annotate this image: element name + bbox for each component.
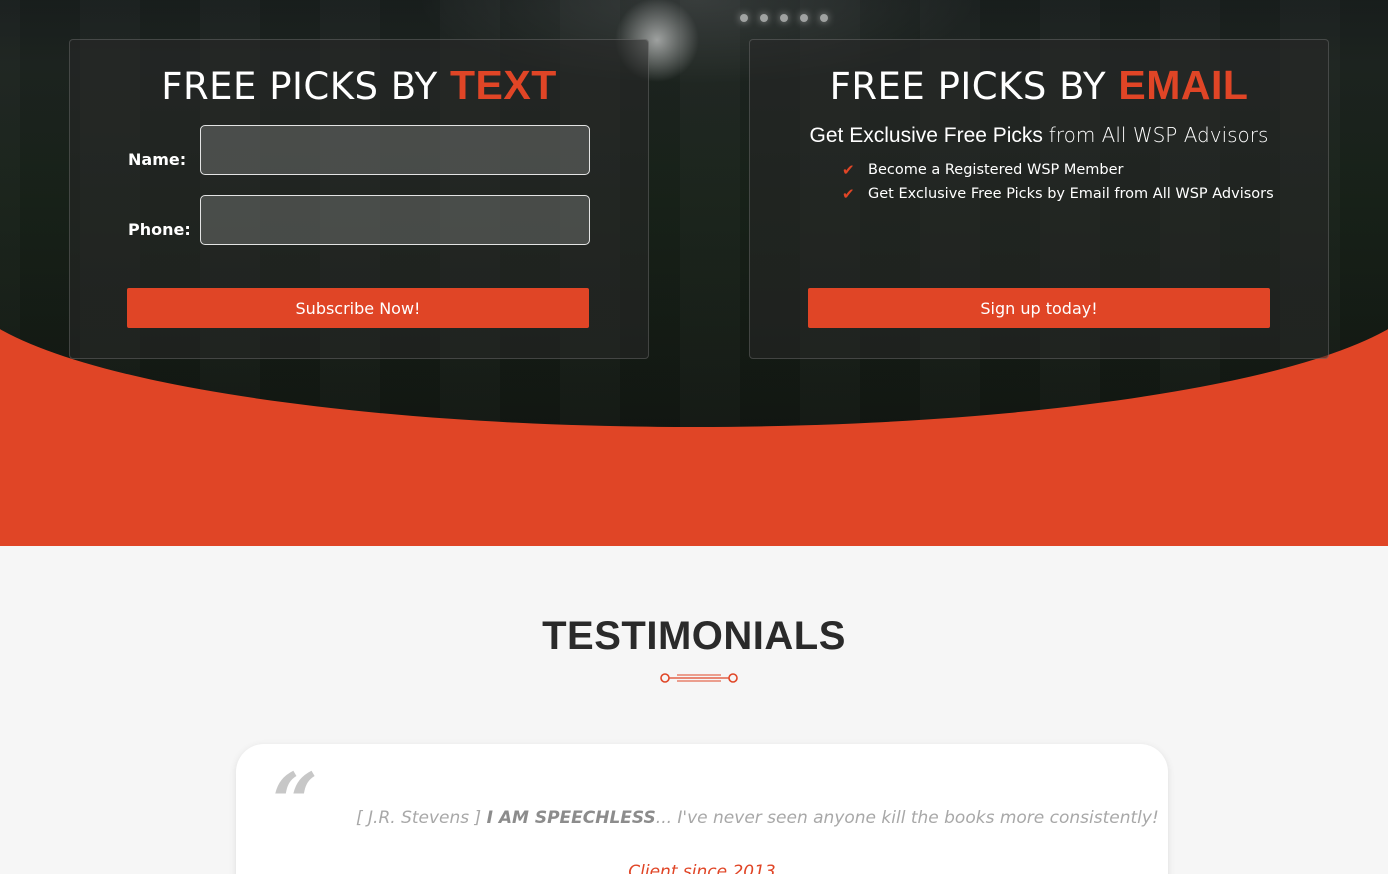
testimonial-headline: I AM SPEECHLESS — [486, 808, 656, 828]
text-panel-title-highlight: TEXT — [450, 62, 557, 108]
testimonial-card: “ [ J.R. Stevens ] I AM SPEECHLESS... I'… — [236, 744, 1168, 874]
phone-label: Phone: — [128, 220, 191, 239]
benefits-list: ✔ Become a Registered WSP Member ✔ Get E… — [842, 158, 1274, 206]
testimonials-title: TESTIMONIALS — [542, 614, 846, 658]
name-input[interactable] — [200, 125, 590, 175]
text-signup-panel: FREE PICKS BY TEXT Name: Phone: Subscrib… — [69, 39, 649, 359]
email-panel-title-highlight: EMAIL — [1118, 62, 1249, 108]
testimonial-body: ... I've never seen anyone kill the book… — [655, 808, 1159, 828]
stadium-lights — [740, 14, 828, 22]
name-label: Name: — [128, 150, 187, 169]
text-panel-title: FREE PICKS BY TEXT — [161, 62, 557, 108]
testimonial-author: [ J.R. Stevens ] — [356, 808, 482, 828]
email-signup-panel: FREE PICKS BY EMAIL Get Exclusive Free P… — [749, 39, 1329, 359]
phone-input[interactable] — [200, 195, 590, 245]
checkmark-icon: ✔ — [842, 185, 855, 203]
email-panel-subtitle: Get Exclusive Free Picks from All WSP Ad… — [809, 123, 1269, 147]
client-since: Client since 2013 — [628, 862, 776, 874]
benefit-item: ✔ Get Exclusive Free Picks by Email from… — [842, 182, 1274, 206]
testimonial-quote: [ J.R. Stevens ] I AM SPEECHLESS... I've… — [356, 808, 1159, 828]
sign-up-today-button[interactable]: Sign up today! — [808, 288, 1270, 328]
benefit-item: ✔ Become a Registered WSP Member — [842, 158, 1274, 182]
quote-icon: “ — [272, 755, 319, 849]
checkmark-icon: ✔ — [842, 161, 855, 179]
email-panel-title: FREE PICKS BY EMAIL — [829, 62, 1249, 108]
hero-section: FREE PICKS BY TEXT Name: Phone: Subscrib… — [0, 0, 1388, 546]
divider-ornament-icon — [660, 673, 738, 683]
subscribe-now-button[interactable]: Subscribe Now! — [127, 288, 589, 328]
